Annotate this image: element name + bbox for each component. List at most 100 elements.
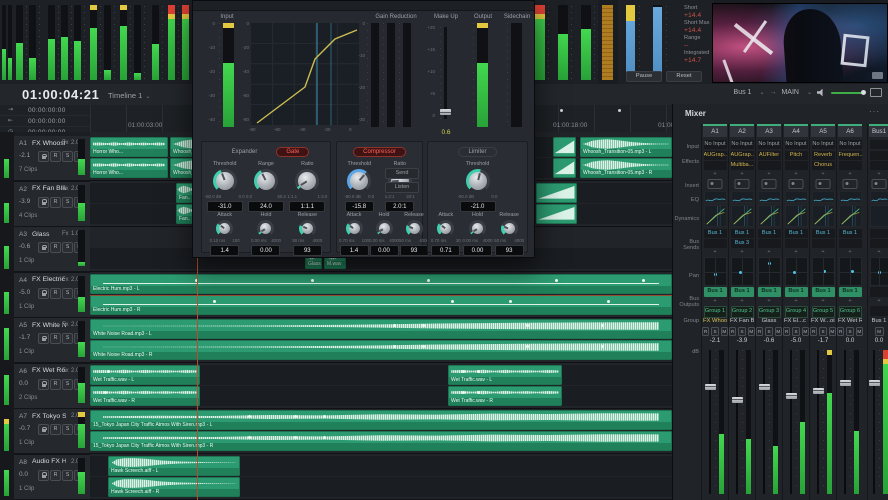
makeup-slider-handle[interactable] <box>440 109 451 115</box>
add-send-button[interactable]: + <box>812 249 835 255</box>
knob-threshold[interactable] <box>212 169 237 193</box>
pause-button[interactable]: Pause <box>626 71 662 82</box>
add-output-button[interactable]: + <box>731 298 754 304</box>
automation-point[interactable] <box>607 299 611 303</box>
audio-clip[interactable]: 15_Tokyo Japan City Traffic Atmos With S… <box>90 410 672 430</box>
param-value[interactable]: 1.4 <box>339 245 369 256</box>
track-header-a3[interactable]: A3GlassFx1.0-0.6RSM1 Clip <box>14 227 90 273</box>
pan-control[interactable] <box>784 257 808 286</box>
automation-point[interactable] <box>450 299 454 303</box>
strip-bus-send[interactable] <box>784 239 808 248</box>
automation-point[interactable] <box>477 369 480 373</box>
strip-bus-send[interactable] <box>869 229 888 238</box>
strip-dynamics-thumbnail[interactable] <box>730 205 754 227</box>
audio-clip[interactable]: Wet Traffic.wav - L <box>90 364 200 385</box>
insert-toggle[interactable] <box>842 179 858 189</box>
audio-clip[interactable]: Hawk Screech.aiff - R <box>108 476 240 497</box>
param-value[interactable]: -15.8 <box>344 201 374 212</box>
knob-attack[interactable] <box>437 220 455 237</box>
automation-point[interactable] <box>247 415 251 418</box>
mute-button[interactable]: M <box>874 327 884 336</box>
fader-handle[interactable] <box>839 379 851 386</box>
strip-input-select[interactable]: No Input <box>784 140 808 149</box>
automation-point[interactable] <box>526 345 529 348</box>
record-arm-button[interactable]: R <box>50 424 61 435</box>
strip-effect-slot[interactable]: Pitch <box>784 151 808 160</box>
mute-button[interactable]: M <box>855 327 863 336</box>
param-value[interactable]: 1.4 <box>210 245 240 256</box>
track-header-a4[interactable]: A4FX Electric HumFx2.0-5.0RSM1 Clip <box>14 272 90 319</box>
lock-button[interactable] <box>38 333 49 344</box>
strip-bus-send[interactable] <box>811 239 835 248</box>
strip-eq-thumbnail[interactable] <box>730 191 754 203</box>
strip-effect-slot[interactable] <box>703 161 727 170</box>
param-value[interactable]: -31.0 <box>206 201 243 212</box>
automation-point[interactable] <box>555 278 558 282</box>
pan-control[interactable] <box>811 257 835 286</box>
mute-button[interactable]: M <box>828 327 836 336</box>
strip-effect-slot[interactable] <box>869 161 888 170</box>
strip-group[interactable]: Group 3 <box>757 306 781 318</box>
add-send-button[interactable]: + <box>704 249 727 255</box>
strip-bus-output[interactable] <box>869 287 888 297</box>
strip-eq-thumbnail[interactable] <box>757 191 781 203</box>
record-arm-button[interactable]: R <box>50 196 61 208</box>
pan-control[interactable] <box>703 257 727 286</box>
strip-bus-send[interactable] <box>838 239 862 248</box>
add-output-button[interactable]: + <box>839 298 862 304</box>
makeup-slider-track[interactable] <box>440 27 447 119</box>
automation-point[interactable] <box>421 345 425 348</box>
add-send-button[interactable]: + <box>731 249 754 255</box>
add-output-button[interactable]: + <box>785 298 808 304</box>
strip-effect-slot[interactable]: Reverb <box>811 151 835 160</box>
add-effect-button[interactable]: + <box>839 171 862 177</box>
strip-channel-label[interactable]: Bus1 <box>869 124 888 137</box>
record-arm-button[interactable]: R <box>783 327 791 336</box>
add-output-button[interactable]: + <box>758 298 781 304</box>
add-effect-button[interactable]: + <box>812 171 835 177</box>
strip-group[interactable]: Group 4 <box>784 306 808 318</box>
fader-track[interactable] <box>844 350 846 494</box>
knob-face[interactable] <box>378 223 390 234</box>
fader-track[interactable] <box>790 350 792 494</box>
lock-button[interactable] <box>38 287 49 299</box>
automation-point[interactable] <box>392 345 396 348</box>
strip-effect-slot[interactable]: Multiba... <box>730 161 754 170</box>
audio-clip[interactable]: Horror Who... <box>90 158 168 178</box>
record-arm-button[interactable]: R <box>50 287 61 299</box>
strip-group[interactable] <box>869 306 888 316</box>
expand-viewer-icon[interactable] <box>870 88 882 97</box>
lock-button[interactable] <box>38 424 49 435</box>
strip-eq-thumbnail[interactable] <box>811 191 835 203</box>
param-value[interactable]: -21.0 <box>459 201 496 212</box>
add-effect-button[interactable]: + <box>704 171 727 177</box>
knob-face[interactable] <box>468 172 487 190</box>
audio-clip[interactable]: Wet Traffic.wav - R <box>90 385 200 406</box>
strip-eq-thumbnail[interactable] <box>703 191 727 203</box>
automation-point[interactable] <box>427 278 431 282</box>
knob-hold[interactable] <box>468 220 486 237</box>
strip-bus-output[interactable]: Bus 1 <box>811 287 835 297</box>
strip-bus-send[interactable]: Bus 1 <box>838 229 862 238</box>
tab-compressor[interactable]: Compressor <box>353 147 406 157</box>
volume-handle[interactable] <box>860 89 866 95</box>
add-send-button[interactable]: + <box>839 249 862 255</box>
solo-button[interactable]: S <box>738 327 746 336</box>
record-arm-button[interactable]: R <box>729 327 737 336</box>
knob-ratio[interactable] <box>295 169 320 193</box>
automation-point[interactable] <box>508 299 512 303</box>
record-arm-button[interactable]: R <box>50 469 61 481</box>
monitor-volume-slider[interactable] <box>831 89 866 95</box>
strip-bus-send[interactable]: Bus 1 <box>730 229 754 238</box>
add-output-button[interactable]: + <box>704 298 727 304</box>
knob-face[interactable] <box>503 223 515 234</box>
audio-clip[interactable] <box>553 137 576 157</box>
strip-effect-slot[interactable] <box>784 161 808 170</box>
param-value[interactable]: 0.00 <box>369 245 399 256</box>
audio-clip[interactable]: Horror Who... <box>90 137 168 157</box>
knob-range[interactable] <box>253 169 278 193</box>
strip-bus-send[interactable]: Bus 1 <box>757 229 781 238</box>
audio-clip[interactable]: Electric Hum.mp3 - R <box>90 294 672 315</box>
strip-bus-send[interactable]: Bus 3 <box>730 239 754 248</box>
monitor-bus-select[interactable]: Bus 1 <box>734 89 752 96</box>
